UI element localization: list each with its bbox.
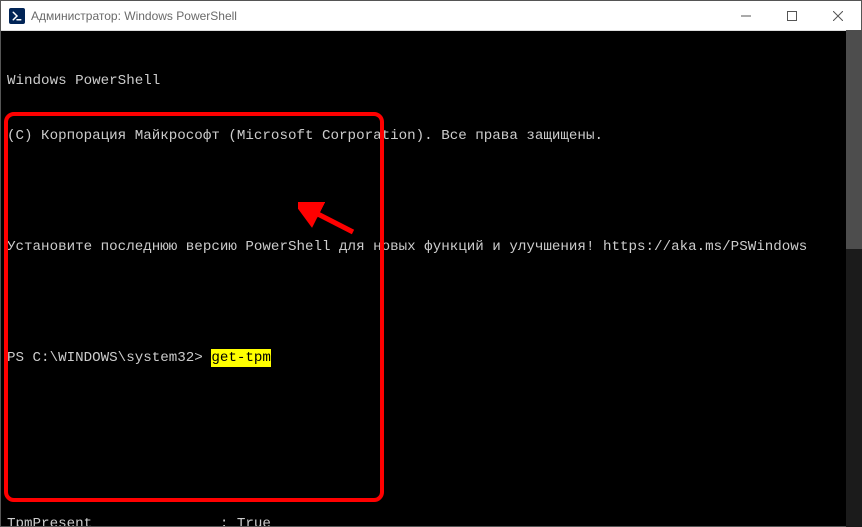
blank-line (7, 404, 855, 422)
blank-line (7, 293, 855, 311)
banner-line: (C) Корпорация Майкрософт (Microsoft Cor… (7, 127, 855, 145)
window-controls (723, 1, 861, 31)
minimize-button[interactable] (723, 1, 769, 31)
prompt-line: PS C:\WINDOWS\system32> get-tpm (7, 349, 855, 367)
banner-line: Windows PowerShell (7, 72, 855, 90)
banner-line: Установите последнюю версию PowerShell д… (7, 238, 855, 256)
blank-line (7, 459, 855, 477)
output-row: TpmPresent : True (7, 515, 855, 526)
prompt-text: PS C:\WINDOWS\system32> (7, 349, 211, 367)
output-block: TpmPresent : TrueTpmReady : TrueTpmEnabl… (7, 515, 855, 526)
window-title: Администратор: Windows PowerShell (31, 9, 237, 23)
powershell-icon (9, 8, 25, 24)
terminal-output[interactable]: Windows PowerShell (C) Корпорация Майкро… (1, 31, 861, 526)
scrollbar-thumb[interactable] (846, 30, 862, 249)
blank-line (7, 183, 855, 201)
scrollbar[interactable] (846, 30, 862, 527)
powershell-window: Администратор: Windows PowerShell Window… (0, 0, 862, 527)
titlebar: Администратор: Windows PowerShell (1, 1, 861, 31)
command-text: get-tpm (211, 349, 271, 367)
close-button[interactable] (815, 1, 861, 31)
titlebar-left: Администратор: Windows PowerShell (1, 8, 237, 24)
maximize-button[interactable] (769, 1, 815, 31)
